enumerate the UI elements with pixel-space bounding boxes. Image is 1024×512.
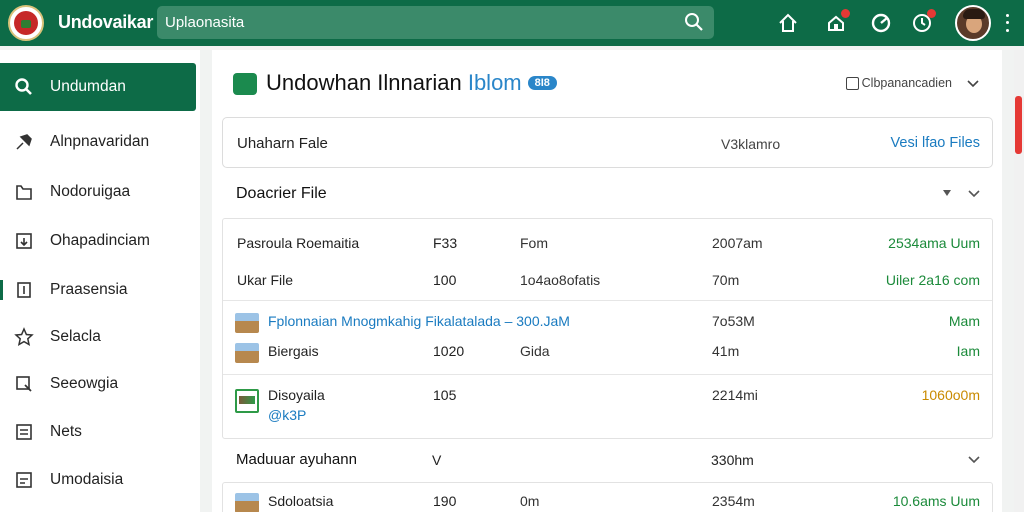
notifications-icon[interactable] xyxy=(824,9,850,35)
count-badge: 8I8 xyxy=(527,76,557,90)
sidebar-item-undumdan[interactable]: Undumdan xyxy=(0,63,196,111)
page-title-accent: Iblom xyxy=(467,70,522,95)
sidebar-item-alnpnavaridan[interactable]: Alnpnavaridan xyxy=(0,118,196,166)
file-thumbnail xyxy=(235,343,259,363)
status-badge: Iam xyxy=(956,343,980,359)
table-row[interactable]: Fplonnaian Mnogmkahig Fikalatalada – 300… xyxy=(223,305,992,339)
sidebar-item-label: Nodoruigaa xyxy=(50,183,131,200)
calendar-icon xyxy=(845,76,859,90)
sidebar-item-label: Undumdan xyxy=(50,78,126,95)
file-link[interactable]: Fplonnaian Mnogmkahig Fikalatalada – 300… xyxy=(268,313,570,329)
sidebar-item-umodaisia[interactable]: Umodaisia xyxy=(0,456,196,504)
clock-icon[interactable] xyxy=(910,9,936,35)
sidebar-item-label: Selacla xyxy=(50,328,101,345)
header-mid: V3klamro xyxy=(721,136,781,152)
file-list: Sdoloatsia 190 0m 2354m 10.6ams Uum xyxy=(222,482,993,512)
sidebar-item-nodoruigaa[interactable]: Nodoruigaa xyxy=(0,168,196,216)
status-badge: 2534ama Uum xyxy=(888,235,980,251)
file-thumbnail xyxy=(235,389,259,413)
header-label: Uhaharn Fale xyxy=(237,135,328,152)
file-thumbnail xyxy=(235,313,259,333)
scrollbar-thumb[interactable] xyxy=(1015,96,1022,154)
logo-emblem xyxy=(14,11,38,35)
home-icon[interactable] xyxy=(776,11,800,35)
share-icon xyxy=(16,376,32,392)
sidebar: Undumdan Alnpnavaridan Nodoruigaa Ohapad… xyxy=(0,50,200,512)
table-row[interactable]: Pasroula Roemaitia F33 Fom 2007am 2534am… xyxy=(223,227,992,261)
search-icon[interactable] xyxy=(684,12,704,32)
list-icon xyxy=(16,424,32,440)
search-input[interactable] xyxy=(165,10,665,35)
app-logo[interactable] xyxy=(8,5,44,41)
folder-icon xyxy=(16,185,32,200)
sidebar-item-selacla[interactable]: Selacla xyxy=(0,313,196,361)
row-divider xyxy=(223,374,992,375)
inbox-icon xyxy=(16,472,32,488)
status-badge: Mam xyxy=(948,313,980,329)
section-header[interactable]: Doacrier File xyxy=(222,170,993,218)
view-menu[interactable]: Clbpanancadien xyxy=(845,76,980,90)
notification-dot xyxy=(841,9,850,18)
status-badge: 1060o0m xyxy=(921,387,980,403)
section-header[interactable]: Maduuar ayuhann V 330hm xyxy=(222,436,993,484)
view-all-files-link[interactable]: Vesi lfao Files xyxy=(891,135,980,151)
sidebar-item-label: Praasensia xyxy=(50,281,128,298)
chevron-down-icon[interactable] xyxy=(967,452,981,466)
sort-icon[interactable] xyxy=(943,190,951,196)
section-title: Maduuar ayuhann xyxy=(236,451,357,468)
sidebar-item-label: Ohapadinciam xyxy=(50,232,150,249)
table-row[interactable]: Sdoloatsia 190 0m 2354m 10.6ams Uum xyxy=(223,485,992,512)
status-badge: 10.6ams Uum xyxy=(892,493,980,509)
top-bar: Undovaikar xyxy=(0,0,1024,46)
sidebar-item-nets[interactable]: Nets xyxy=(0,408,196,456)
sidebar-item-label: Umodaisia xyxy=(50,471,124,488)
file-thumbnail xyxy=(235,493,259,512)
sidebar-item-label: Alnpnavaridan xyxy=(50,133,150,150)
sidebar-item-label: Seeowgia xyxy=(50,375,119,392)
table-row[interactable]: Ukar File 100 1o4ao8ofatis 70m Uiler 2a1… xyxy=(223,264,992,298)
clock-dot xyxy=(927,9,936,18)
table-row[interactable]: Biergais 1020 Gida 41m Iam xyxy=(223,335,992,369)
sidebar-item-ohapadinciam[interactable]: Ohapadinciam xyxy=(0,217,196,265)
file-list: Pasroula Roemaitia F33 Fom 2007am 2534am… xyxy=(222,218,993,439)
row-divider xyxy=(223,300,992,301)
sidebar-item-praasensia[interactable]: Praasensia xyxy=(0,266,196,314)
more-icon[interactable] xyxy=(1002,12,1012,34)
section-title: Doacrier File xyxy=(236,185,327,202)
table-row[interactable]: Disoyaila @k3P 105 2214mi 1060o0m xyxy=(223,379,992,435)
avatar[interactable] xyxy=(955,5,991,41)
folder-icon xyxy=(233,73,257,95)
page-title-row: Undowhan Ilnnarian Iblom 8I8 Clbpanancadi… xyxy=(212,50,1002,114)
file-tag[interactable]: @k3P xyxy=(268,407,306,423)
sidebar-item-seeowgia[interactable]: Seeowgia xyxy=(0,360,196,408)
pin-icon xyxy=(16,134,32,150)
main-panel: Undowhan Ilnnarian Iblom 8I8 Clbpanancadi… xyxy=(212,50,1002,512)
sidebar-item-label: Nets xyxy=(50,423,82,440)
view-menu-label: Clbpanancadien xyxy=(861,76,952,90)
document-icon xyxy=(17,282,31,298)
search-icon xyxy=(15,78,32,95)
files-header-card: Uhaharn Fale V3klamro Vesi lfao Files xyxy=(222,117,993,168)
chevron-down-icon[interactable] xyxy=(967,186,981,200)
star-icon xyxy=(14,327,34,346)
app-brand: Undovaikar xyxy=(58,12,154,32)
status-badge: Uiler 2a16 com xyxy=(885,272,980,288)
search-bar xyxy=(157,6,714,39)
download-icon xyxy=(16,233,32,249)
chevron-down-icon xyxy=(967,80,979,88)
refresh-icon[interactable] xyxy=(869,11,893,35)
page-title: Undowhan Ilnnarian Iblom 8I8 xyxy=(266,70,557,96)
